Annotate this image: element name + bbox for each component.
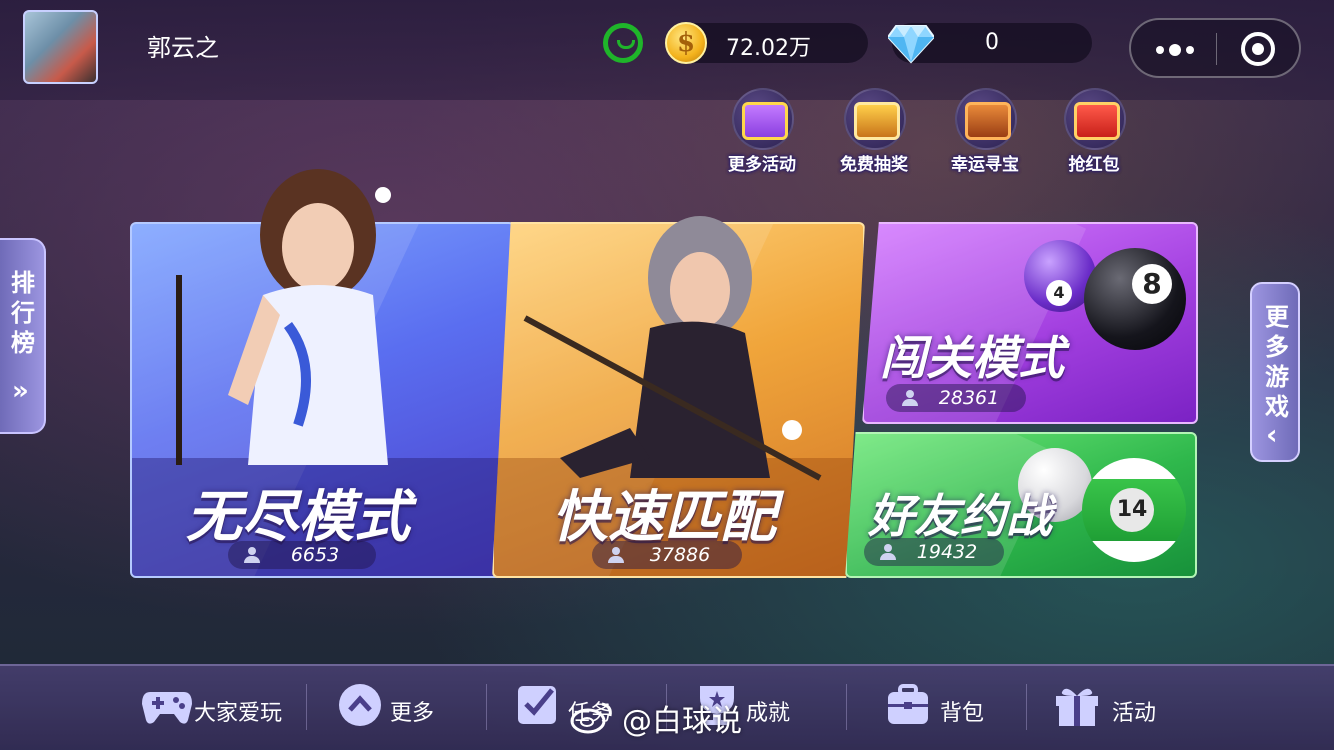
nav-divider xyxy=(1026,684,1027,730)
ball-number: 8 xyxy=(1132,264,1172,304)
nav-label: 成就 xyxy=(746,701,791,726)
gamepad-icon xyxy=(142,692,192,724)
nav-label: 大家爱玩 xyxy=(194,701,283,726)
friend-match-title: 好友约战 xyxy=(868,489,1052,543)
nav-more[interactable]: 更多 xyxy=(338,678,448,738)
backpack-icon xyxy=(888,684,928,724)
exit-target-icon[interactable] xyxy=(1241,32,1275,66)
coin-value: 72.02万 xyxy=(726,36,811,61)
chevron-up-icon xyxy=(339,684,381,726)
nav-label: 活动 xyxy=(1112,701,1157,726)
friend-player-count: 19432 xyxy=(864,538,1004,566)
endless-player-count: 6653 xyxy=(228,541,376,569)
more-games-label: 更多游戏 xyxy=(1265,303,1289,421)
ball-number: 14 xyxy=(1110,488,1154,532)
nav-activities[interactable]: 活动 xyxy=(1054,678,1164,738)
nav-backpack[interactable]: 背包 xyxy=(886,678,996,738)
treasure-tools-icon xyxy=(955,88,1017,150)
leaderboard-label: 排行榜 xyxy=(11,269,35,357)
endless-mode-character xyxy=(176,169,391,465)
player-count-value: 19432 xyxy=(916,541,978,563)
quick-player-count: 37886 xyxy=(592,541,742,569)
diamond-value: 0 xyxy=(985,30,999,55)
red-envelope-icon xyxy=(1064,88,1126,150)
activity-label: 抢红包 xyxy=(1068,155,1120,175)
more-options-icon[interactable] xyxy=(1151,32,1201,66)
player-count-value: 28361 xyxy=(938,387,1000,409)
nav-label: 更多 xyxy=(390,701,435,726)
chevron-left-icon: ‹ xyxy=(1266,418,1278,451)
activity-red-envelope[interactable]: 抢红包 xyxy=(1046,88,1142,178)
treasure-chest-icon xyxy=(844,88,906,150)
quick-match-character xyxy=(523,216,822,481)
diamond-icon xyxy=(888,25,934,64)
avatar[interactable] xyxy=(23,10,98,84)
ball-number: 4 xyxy=(1046,280,1072,306)
checkbox-icon xyxy=(518,686,556,724)
gift-box-icon xyxy=(732,88,794,150)
ball-14-icon: 14 xyxy=(1082,458,1186,562)
activity-label: 幸运寻宝 xyxy=(951,155,1019,175)
level-player-count: 28361 xyxy=(886,384,1026,412)
leaderboard-tab[interactable]: 排行榜 » xyxy=(0,238,46,434)
gift-icon xyxy=(1056,688,1098,726)
nav-popular-games[interactable]: 大家爱玩 xyxy=(142,678,302,738)
nav-divider xyxy=(486,684,487,730)
level-mode-title: 闯关模式 xyxy=(880,331,1064,385)
nav-divider xyxy=(306,684,307,730)
more-games-tab[interactable]: 更多游戏 ‹ xyxy=(1250,282,1300,462)
watermark-text: @白球说 xyxy=(622,704,742,739)
activity-more-events[interactable]: 更多活动 xyxy=(714,88,810,178)
player-count-value: 37886 xyxy=(649,544,711,566)
capsule-divider xyxy=(1216,33,1217,65)
activity-free-lottery[interactable]: 免费抽奖 xyxy=(826,88,922,178)
double-chevron-right-icon: » xyxy=(12,376,29,406)
mini-program-capsule xyxy=(1129,18,1301,78)
nav-divider xyxy=(846,684,847,730)
ball-8-icon: 8 xyxy=(1084,248,1186,350)
activity-lucky-treasure[interactable]: 幸运寻宝 xyxy=(937,88,1033,178)
gold-coin-icon: $ xyxy=(665,22,707,64)
weibo-logo-icon xyxy=(570,702,612,734)
player-name: 郭云之 xyxy=(147,34,219,62)
player-count-value: 6653 xyxy=(290,544,340,566)
activity-label: 更多活动 xyxy=(728,155,796,175)
activity-label: 免费抽奖 xyxy=(840,155,908,175)
online-status-icon xyxy=(603,23,643,63)
nav-label: 背包 xyxy=(940,701,985,726)
